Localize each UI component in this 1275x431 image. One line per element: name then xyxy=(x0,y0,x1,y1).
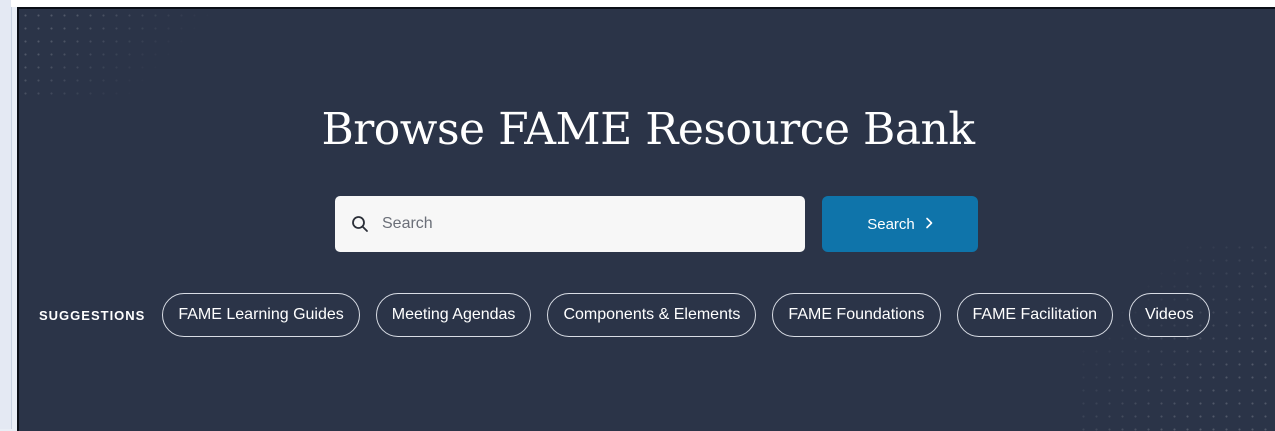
suggestion-chip-fame-facilitation[interactable]: FAME Facilitation xyxy=(956,293,1113,337)
hero-banner: Browse FAME Resource Bank Search SUGGEST… xyxy=(17,7,1275,431)
search-field[interactable] xyxy=(335,196,805,252)
suggestion-chip-components-elements[interactable]: Components & Elements xyxy=(547,293,757,337)
suggestion-chip-fame-learning-guides[interactable]: FAME Learning Guides xyxy=(162,293,360,337)
suggestion-chip-videos[interactable]: Videos xyxy=(1128,293,1210,337)
search-icon xyxy=(351,215,369,233)
suggestion-chip-meeting-agendas[interactable]: Meeting Agendas xyxy=(375,293,532,337)
search-button-label: Search xyxy=(867,215,915,233)
suggestions-label: SUGGESTIONS xyxy=(39,307,146,323)
suggestions-bar: SUGGESTIONS FAME Learning Guides Meeting… xyxy=(39,293,1226,337)
search-button[interactable]: Search xyxy=(822,196,978,252)
chevron-right-icon xyxy=(925,216,933,232)
page-title: Browse FAME Resource Bank xyxy=(321,104,975,155)
suggestion-chip-fame-foundations[interactable]: FAME Foundations xyxy=(772,293,941,337)
search-input[interactable] xyxy=(380,214,784,234)
dot-pattern-top-left xyxy=(19,9,219,99)
window-top-edge xyxy=(11,0,1275,7)
window-left-edge xyxy=(0,0,12,429)
